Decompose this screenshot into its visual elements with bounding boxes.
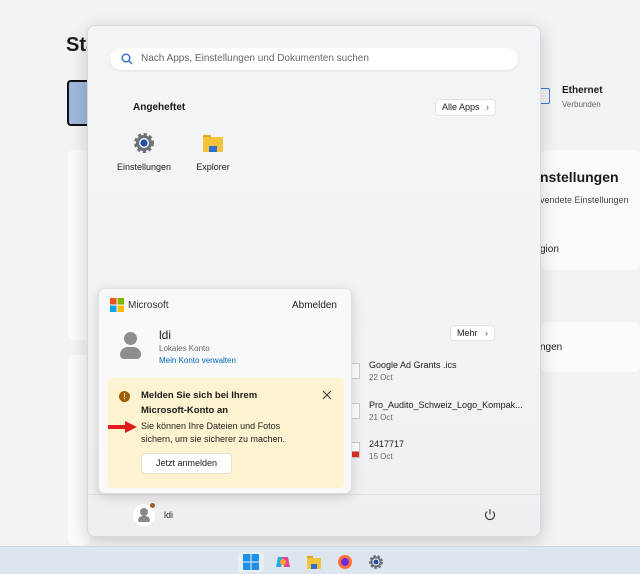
bg-item-region[interactable]: gion: [540, 244, 559, 255]
file-icon: [352, 403, 360, 419]
pinned-app-label: Einstellungen: [116, 162, 172, 172]
file-icon: [352, 363, 360, 379]
power-icon[interactable]: [484, 508, 496, 521]
chevron-right-icon: ›: [485, 328, 488, 338]
ethernet-status: Verbunden: [562, 100, 601, 109]
sign-out-link[interactable]: Abmelden: [292, 300, 337, 311]
pinned-title: Angeheftet: [133, 102, 186, 113]
pinned-app-label: Explorer: [196, 162, 230, 172]
notification-dot: [150, 503, 155, 508]
close-icon[interactable]: [322, 390, 332, 400]
microsoft-brand: Microsoft: [128, 300, 169, 311]
pinned-app-settings[interactable]: Einstellungen: [114, 132, 174, 172]
ethernet-label[interactable]: Ethernet: [562, 85, 603, 96]
recent-file[interactable]: Pro_Audito_Schweiz_Logo_Kompak... 21 Oct: [352, 400, 523, 430]
windows-icon: [243, 554, 259, 570]
footer-divider: [88, 494, 540, 495]
warning-icon: !: [119, 391, 130, 402]
footer-user-name: ldi: [164, 510, 174, 520]
file-name: 2417717: [369, 439, 405, 449]
settings-button[interactable]: [366, 552, 386, 572]
section-sub-partial: vendete Einstellungen: [540, 195, 629, 205]
copilot-icon: [276, 557, 290, 567]
file-name: Google Ad Grants .ics: [369, 360, 457, 370]
gear-icon: [134, 133, 154, 153]
red-arrow-annotation-icon: [108, 421, 137, 433]
bg-item-2[interactable]: ngen: [540, 342, 562, 353]
more-button[interactable]: Mehr ›: [450, 325, 495, 341]
start-button[interactable]: [238, 552, 264, 572]
file-explorer-button[interactable]: [304, 552, 324, 572]
all-apps-button[interactable]: Alle Apps ›: [435, 99, 496, 116]
search-input[interactable]: Nach Apps, Einstellungen und Dokumenten …: [110, 48, 518, 70]
account-flyout: Microsoft Abmelden ldi Lokales Konto Mei…: [98, 288, 352, 494]
warning-title-line2: Microsoft-Konto an: [141, 405, 229, 416]
warning-title-line1: Melden Sie sich bei Ihrem: [141, 390, 258, 401]
search-icon: [121, 53, 133, 65]
file-date: 22 Oct: [369, 373, 393, 382]
all-apps-label: Alle Apps: [442, 102, 480, 112]
recent-file[interactable]: 2417717 15 Oct: [352, 439, 522, 469]
sign-in-warning: ! Melden Sie sich bei Ihrem Microsoft-Ko…: [108, 378, 344, 488]
account-name: ldi: [159, 328, 172, 342]
manage-account-link[interactable]: Mein Konto verwalten: [159, 356, 236, 365]
warning-body-line2: sichern, um sie sicherer zu machen.: [141, 434, 286, 444]
file-name: Pro_Audito_Schweiz_Logo_Kompak...: [369, 400, 523, 410]
account-avatar-icon: [119, 332, 143, 360]
sign-in-now-button[interactable]: Jetzt anmelden: [141, 453, 232, 474]
more-label: Mehr: [457, 328, 478, 338]
account-type: Lokales Konto: [159, 344, 210, 353]
gear-icon: [369, 555, 383, 569]
pdf-file-icon: [352, 442, 360, 458]
recent-file[interactable]: Google Ad Grants .ics 22 Oct: [352, 360, 522, 390]
microsoft-logo-icon: [110, 298, 124, 312]
pinned-app-explorer[interactable]: Explorer: [183, 132, 243, 172]
folder-icon: [203, 135, 223, 152]
folder-icon: [307, 556, 321, 569]
section-title-partial: nstellungen: [540, 169, 619, 185]
copilot-button[interactable]: [273, 552, 293, 572]
chevron-right-icon: ›: [486, 102, 489, 112]
firefox-button[interactable]: [335, 552, 355, 572]
taskbar: [0, 546, 640, 574]
file-date: 21 Oct: [369, 413, 393, 422]
user-button[interactable]: ldi: [133, 503, 193, 526]
firefox-icon: [338, 555, 352, 569]
file-date: 15 Oct: [369, 452, 393, 461]
warning-body-line1: Sie können Ihre Dateien und Fotos: [141, 421, 281, 431]
